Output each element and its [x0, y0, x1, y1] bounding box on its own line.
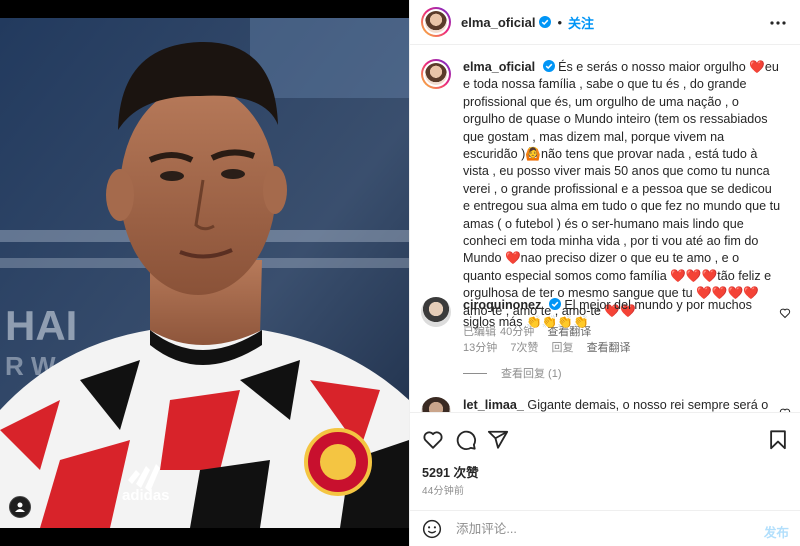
comment-text: Gigante demais, o nosso rei sempre será … — [527, 398, 769, 412]
post-actions: 5291 次赞 44分钟前 — [410, 412, 800, 504]
post-photo-illustration: HAI R W adidas — [0, 0, 409, 546]
comments-list[interactable]: elma_oficial És e serás o nosso maior or… — [410, 45, 800, 412]
comment-likes[interactable]: 7次赞 — [510, 342, 538, 354]
add-comment-bar: 发布 — [410, 510, 800, 546]
replies-divider — [463, 372, 487, 374]
tagged-user-button[interactable] — [9, 496, 31, 518]
instagram-post-view: HAI R W adidas elma_oficial • 关注 elma_of… — [0, 0, 800, 546]
add-comment-input[interactable] — [456, 521, 716, 536]
emoji-icon[interactable] — [422, 519, 442, 539]
comment-like-heart-icon[interactable] — [779, 307, 791, 319]
view-replies-button[interactable]: 查看回复 (1) — [463, 365, 562, 381]
verified-badge-icon — [548, 298, 561, 310]
post-details-panel: elma_oficial • 关注 elma_oficial És e será… — [409, 0, 800, 546]
svg-text:HAI: HAI — [5, 302, 77, 349]
comment-translate-link[interactable]: 查看翻译 — [587, 342, 631, 354]
post-time: 44分钟前 — [422, 486, 465, 497]
share-icon[interactable] — [487, 429, 509, 451]
caption-author-avatar[interactable] — [421, 59, 451, 89]
bookmark-icon[interactable] — [767, 429, 789, 451]
comment-icon[interactable] — [455, 429, 477, 451]
comment-body: ciroquinonez El mejor del mundo y por mu… — [463, 297, 781, 357]
view-replies-label: 查看回复 (1) — [501, 368, 562, 380]
commenter-avatar[interactable] — [421, 397, 451, 412]
comment-age: 13分钟 — [463, 341, 498, 354]
comment-body: let_limaa_ Gigante demais, o nosso rei s… — [463, 397, 781, 412]
comment-reply-button[interactable]: 回复 — [552, 342, 574, 354]
post-header: elma_oficial • 关注 — [410, 0, 800, 45]
post-image[interactable]: HAI R W adidas — [0, 0, 409, 546]
follow-button[interactable]: 关注 — [568, 13, 594, 32]
post-comment-button[interactable]: 发布 — [764, 522, 789, 541]
likes-count[interactable]: 5291 次赞 — [422, 462, 479, 481]
comment-username[interactable]: let_limaa_ — [463, 398, 524, 412]
comment-username[interactable]: ciroquinonez — [463, 298, 541, 312]
user-icon — [15, 502, 25, 512]
commenter-avatar[interactable] — [421, 297, 451, 327]
caption-username[interactable]: elma_oficial — [463, 60, 535, 74]
caption-text: És e serás o nosso maior orgulho ❤️eu e … — [463, 60, 781, 318]
more-options-icon[interactable] — [769, 14, 787, 32]
heart-icon[interactable] — [422, 429, 444, 451]
verified-badge-icon — [542, 60, 555, 72]
author-avatar[interactable] — [421, 7, 451, 37]
verified-badge-icon — [539, 16, 552, 28]
author-username[interactable]: elma_oficial — [461, 15, 535, 30]
separator-dot: • — [557, 14, 562, 30]
svg-text:adidas: adidas — [122, 487, 170, 504]
comment-meta: 13分钟 7次赞 回复 查看翻译 — [463, 340, 781, 357]
